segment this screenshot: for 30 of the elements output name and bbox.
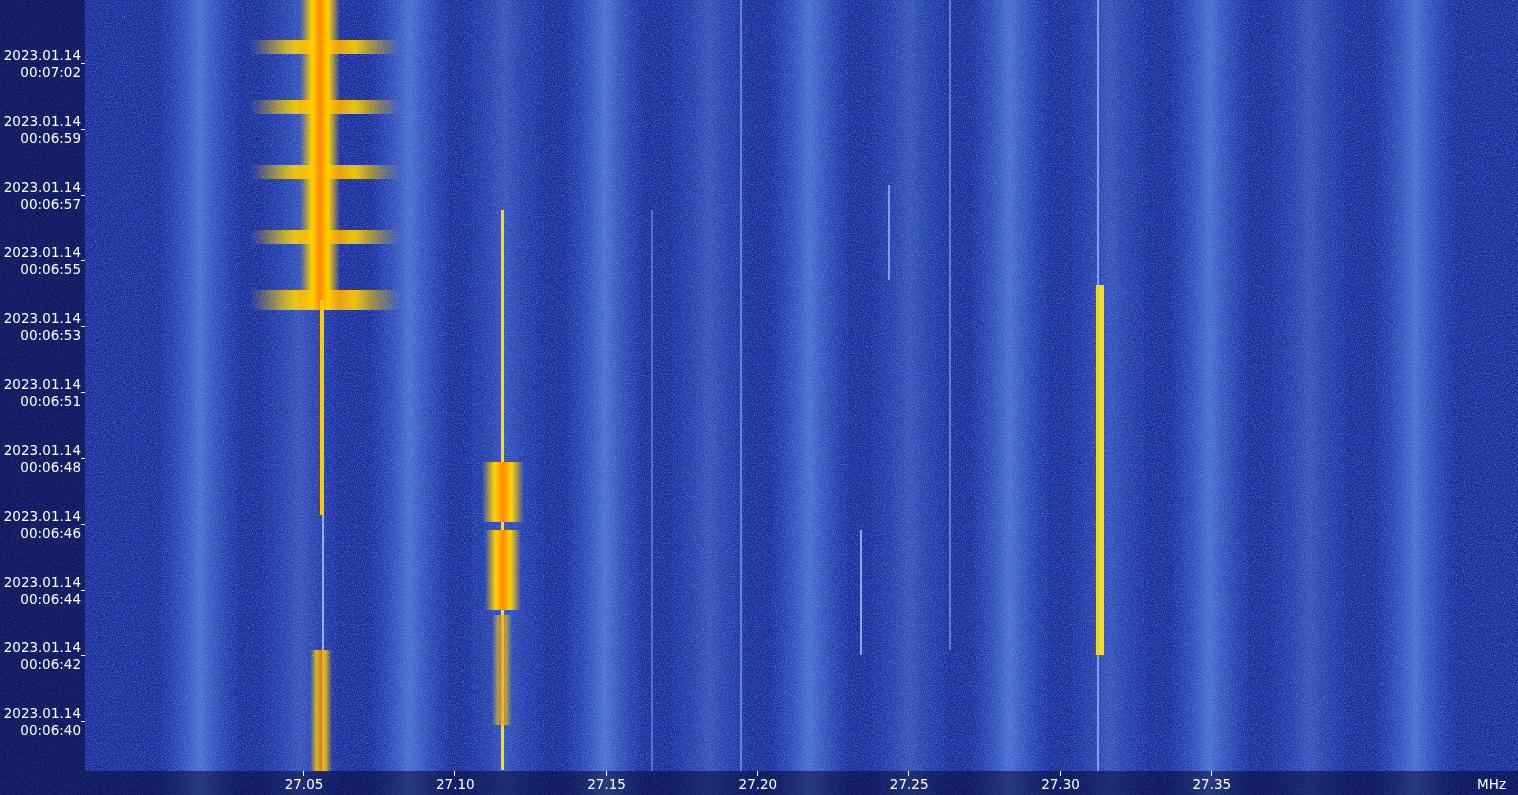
unit-label: MHz xyxy=(1477,776,1506,793)
date-label: 2023.01.14 xyxy=(3,507,81,525)
frequency-label: 27.25 xyxy=(889,776,929,793)
frequency-label: 27.05 xyxy=(284,776,324,793)
frequency-label: 27.30 xyxy=(1041,776,1080,793)
time-label: 00:06:57 xyxy=(20,195,81,213)
time-label: 00:06:42 xyxy=(20,656,81,674)
date-label: 2023.01.14 xyxy=(3,705,81,723)
frequency-label: 27.10 xyxy=(435,776,475,793)
time-label: 00:06:51 xyxy=(20,393,81,411)
time-label: 00:06:59 xyxy=(20,129,81,147)
date-label: 2023.01.14 xyxy=(3,573,81,591)
frequency-label: 27.20 xyxy=(738,776,778,793)
date-label: 2023.01.14 xyxy=(3,376,81,394)
frequency-label: 27.15 xyxy=(587,776,626,793)
date-label: 2023.01.14 xyxy=(3,47,81,64)
date-label: 2023.01.14 xyxy=(3,112,81,130)
time-label: 00:06:44 xyxy=(20,590,81,608)
time-label: 00:06:48 xyxy=(20,458,81,476)
frequency-label: 27.35 xyxy=(1192,776,1232,793)
date-label: 2023.01.14 xyxy=(3,639,81,657)
date-label: 2023.01.14 xyxy=(3,310,81,328)
time-label: 00:06:53 xyxy=(20,327,81,345)
date-label: 2023.01.14 xyxy=(3,244,81,262)
time-label: 00:06:46 xyxy=(20,524,81,542)
time-label: 00:06:40 xyxy=(20,722,81,740)
time-label: 00:06:55 xyxy=(20,261,81,279)
time-label: 00:07:02 xyxy=(20,64,81,81)
date-label: 2023.01.14 xyxy=(3,178,81,196)
date-label: 2023.01.14 xyxy=(3,441,81,459)
